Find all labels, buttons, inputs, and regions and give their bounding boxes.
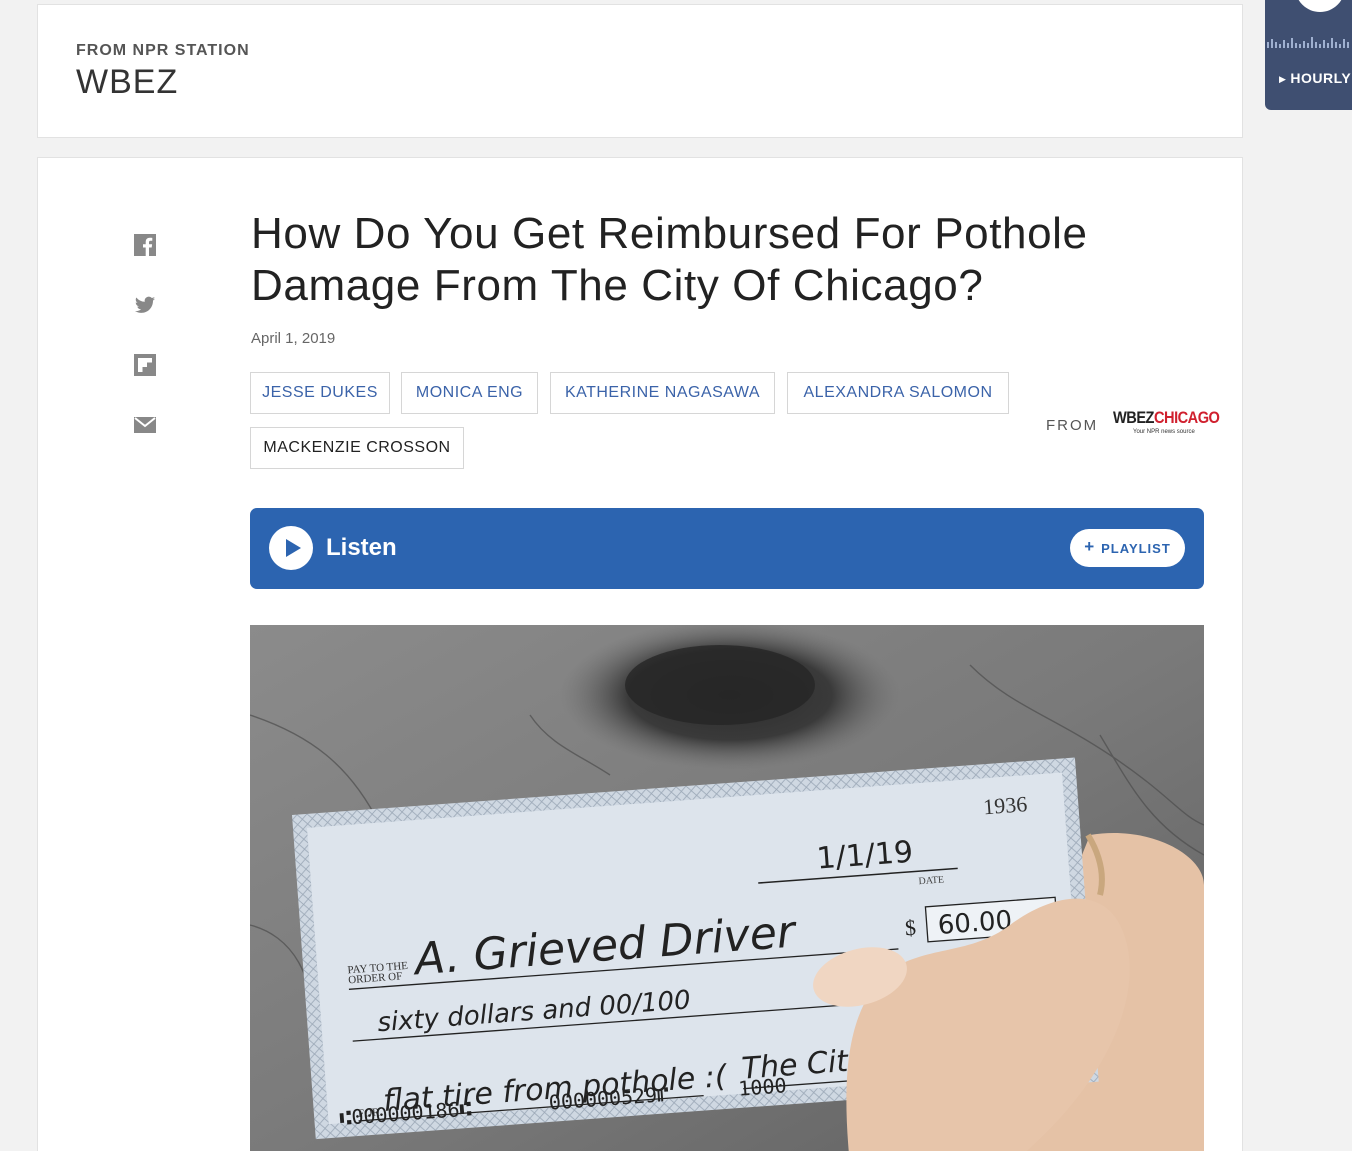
station-name[interactable]: WBEZ	[76, 63, 178, 102]
hourly-news-widget[interactable]: ▶ HOURLY	[1265, 0, 1352, 110]
waveform-icon	[1267, 37, 1349, 48]
byline-author[interactable]: MONICA ENG	[401, 372, 538, 414]
station-header: FROM NPR STATION WBEZ	[37, 4, 1243, 138]
micr-check-number: 1000	[738, 1073, 788, 1100]
check-number: 1936	[982, 791, 1028, 819]
station-kicker: FROM NPR STATION	[76, 42, 250, 59]
play-icon	[286, 539, 301, 557]
article-card: How Do You Get Reimbursed For Pothole Da…	[37, 157, 1243, 1151]
currency-sign: $	[904, 915, 917, 941]
article-photo: 1936 1/1/19 DATE PAY TO THE ORDER OF A. …	[250, 625, 1204, 1151]
email-icon[interactable]	[134, 414, 156, 436]
byline-author[interactable]: ALEXANDRA SALOMON	[787, 372, 1009, 414]
play-triangle-icon: ▶	[1279, 74, 1287, 84]
wbez-chicago-logo[interactable]: WBEZCHICAGO Your NPR news source	[1113, 408, 1220, 444]
flipboard-icon[interactable]	[134, 354, 156, 376]
facebook-icon[interactable]	[134, 234, 156, 256]
plus-icon: +	[1084, 537, 1096, 556]
from-label: FROM	[1046, 417, 1099, 434]
hourly-play-button[interactable]	[1295, 0, 1345, 12]
play-button[interactable]	[269, 526, 313, 570]
article-headline: How Do You Get Reimbursed For Pothole Da…	[251, 209, 1088, 310]
twitter-icon[interactable]	[134, 294, 156, 316]
check-date: 1/1/19	[815, 835, 914, 877]
byline-author[interactable]: JESSE DUKES	[250, 372, 390, 414]
hourly-link[interactable]: ▶ HOURLY	[1279, 70, 1351, 86]
audio-player: Listen + PLAYLIST	[250, 508, 1204, 589]
listen-label[interactable]: Listen	[326, 534, 397, 562]
byline-author[interactable]: KATHERINE NAGASAWA	[550, 372, 775, 414]
check-date-caption: DATE	[918, 874, 944, 887]
add-to-playlist-button[interactable]: + PLAYLIST	[1070, 529, 1185, 567]
hourly-label: HOURLY	[1290, 70, 1352, 86]
article-date: April 1, 2019	[251, 330, 336, 347]
byline-author: MACKENZIE CROSSON	[250, 427, 464, 469]
